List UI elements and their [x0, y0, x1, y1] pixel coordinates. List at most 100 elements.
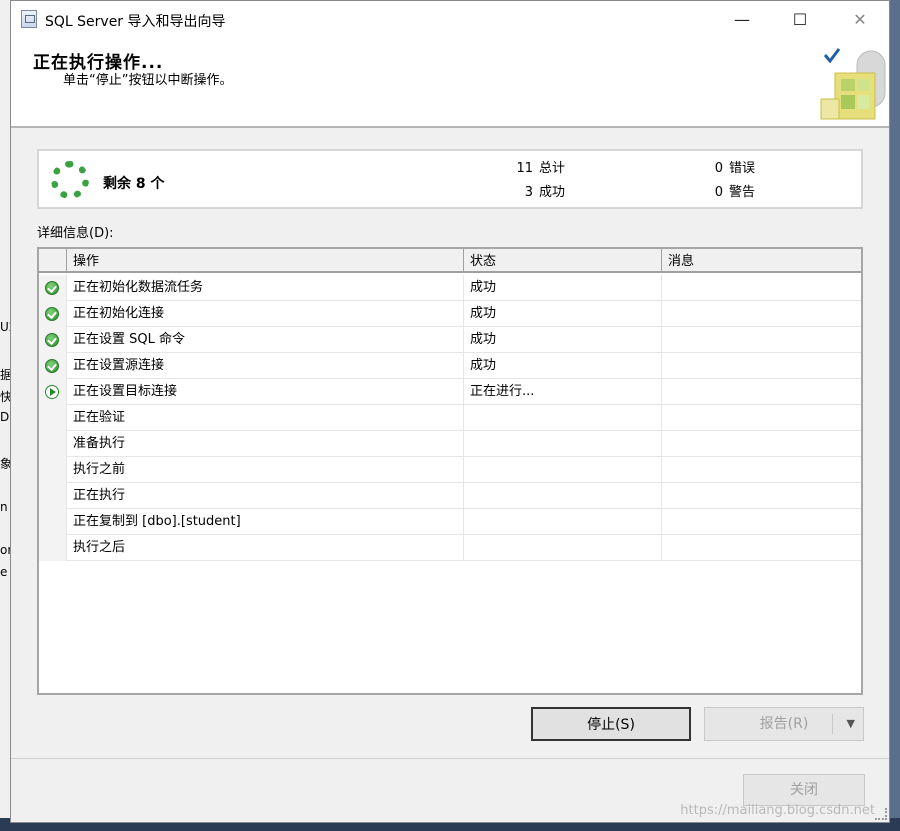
details-grid[interactable]: 操作 状态 消息 正在初始化数据流任务 成功 正在初始化连接 成功 正在设置 SQL 命… [37, 247, 863, 695]
table-row[interactable]: 正在执行 [39, 483, 861, 509]
message-cell [662, 379, 861, 405]
background-text: n [0, 500, 8, 514]
maximize-button[interactable]: ☐ [771, 1, 829, 39]
minimize-button[interactable]: — [713, 1, 771, 39]
status-cell [464, 431, 662, 457]
remaining-count: 剩余 8 个 [103, 176, 165, 192]
column-header-status[interactable]: 状态 [464, 249, 662, 273]
row-icon-cell [39, 483, 67, 509]
row-icon-cell [39, 327, 67, 353]
row-icon-cell [39, 457, 67, 483]
table-row[interactable]: 正在复制到 [dbo].[student] [39, 509, 861, 535]
message-cell [662, 431, 861, 457]
row-icon-cell [39, 405, 67, 431]
row-icon-cell [39, 353, 67, 379]
grid-header: 操作 状态 消息 [39, 249, 861, 273]
status-cell [464, 405, 662, 431]
error-count: 0 [714, 161, 723, 176]
success-stat: 3 成功 [503, 181, 565, 200]
title-bar[interactable]: SQL Server 导入和导出向导 — ☐ ✕ [11, 1, 889, 39]
table-row[interactable]: 准备执行 [39, 431, 861, 457]
stop-button[interactable]: 停止(S) [531, 707, 691, 741]
status-cell: 成功 [464, 327, 662, 353]
status-cell: 成功 [464, 353, 662, 379]
message-cell [662, 483, 861, 509]
error-label: 错误 [729, 161, 756, 176]
message-cell [662, 301, 861, 327]
progress-spinner-icon [51, 161, 89, 199]
operation-cell: 执行之前 [67, 457, 464, 483]
table-row[interactable]: 执行之前 [39, 457, 861, 483]
table-row[interactable]: 正在设置源连接 成功 [39, 353, 861, 379]
table-row[interactable]: 正在初始化连接 成功 [39, 301, 861, 327]
message-cell [662, 275, 861, 301]
total-stat: 11 总计 [503, 157, 565, 176]
grid-header-icon [39, 249, 67, 273]
total-label: 总计 [539, 161, 566, 176]
operation-cell: 正在初始化连接 [67, 301, 464, 327]
success-icon [45, 307, 59, 321]
status-cell: 成功 [464, 301, 662, 327]
operation-cell: 正在设置源连接 [67, 353, 464, 379]
app-icon [21, 10, 37, 28]
operation-cell: 正在设置 SQL 命令 [67, 327, 464, 353]
message-cell [662, 535, 861, 561]
success-count: 3 [524, 185, 533, 200]
status-cell: 成功 [464, 275, 662, 301]
success-icon [45, 281, 59, 295]
warning-label: 警告 [729, 185, 756, 200]
total-count: 11 [516, 161, 533, 176]
watermark: https://mailiang.blog.csdn.net [680, 803, 875, 818]
row-icon-cell [39, 509, 67, 535]
background-text: D [0, 410, 10, 424]
warning-count: 0 [714, 185, 723, 200]
column-header-message[interactable]: 消息 [662, 249, 861, 273]
report-button-label: 报告(R) [759, 716, 809, 732]
report-separator [832, 714, 833, 734]
column-header-operation[interactable]: 操作 [67, 249, 464, 273]
success-icon [45, 333, 59, 347]
status-cell [464, 483, 662, 509]
table-row[interactable]: 正在设置目标连接 正在进行... [39, 379, 861, 405]
operation-cell: 正在执行 [67, 483, 464, 509]
operation-cell: 正在初始化数据流任务 [67, 275, 464, 301]
message-cell [662, 457, 861, 483]
table-row[interactable]: 正在设置 SQL 命令 成功 [39, 327, 861, 353]
row-icon-cell [39, 431, 67, 457]
dropdown-arrow-icon[interactable]: ▼ [847, 708, 855, 740]
window-title: SQL Server 导入和导出向导 [45, 14, 226, 30]
table-row[interactable]: 正在验证 [39, 405, 861, 431]
status-cell: 正在进行... [464, 379, 662, 405]
details-label: 详细信息(D): [37, 226, 114, 241]
status-cell [464, 535, 662, 561]
warning-stat: 0 警告 [693, 181, 755, 200]
table-row[interactable]: 正在初始化数据流任务 成功 [39, 275, 861, 301]
message-cell [662, 353, 861, 379]
progress-summary: 剩余 8 个 11 总计 3 成功 0 错误 0 警告 [37, 149, 863, 209]
message-cell [662, 327, 861, 353]
resize-grip-icon[interactable] [875, 808, 887, 820]
close-window-button[interactable]: ✕ [831, 1, 889, 39]
success-label: 成功 [539, 185, 566, 200]
running-icon [45, 385, 59, 399]
status-cell [464, 457, 662, 483]
row-icon-cell [39, 275, 67, 301]
message-cell [662, 509, 861, 535]
table-row[interactable]: 执行之后 [39, 535, 861, 561]
status-cell [464, 509, 662, 535]
row-icon-cell [39, 301, 67, 327]
background-text: e [0, 565, 8, 579]
operation-cell: 执行之后 [67, 535, 464, 561]
close-button[interactable]: 关闭 [743, 774, 865, 806]
page-subtitle: 单击“停止”按钮以中断操作。 [63, 73, 233, 88]
operation-cell: 正在验证 [67, 405, 464, 431]
background-window-edge: U2 据 快 D 象 n or e [0, 0, 16, 831]
error-stat: 0 错误 [693, 157, 755, 176]
row-icon-cell [39, 535, 67, 561]
import-export-wizard-dialog: SQL Server 导入和导出向导 — ☐ ✕ 正在执行操作... 单击“停止… [10, 0, 890, 823]
footer-divider [11, 758, 889, 759]
report-button[interactable]: 报告(R) ▼ [704, 707, 864, 741]
success-icon [45, 359, 59, 373]
wizard-header: 正在执行操作... 单击“停止”按钮以中断操作。 [11, 39, 889, 128]
wizard-database-icon [820, 48, 886, 120]
